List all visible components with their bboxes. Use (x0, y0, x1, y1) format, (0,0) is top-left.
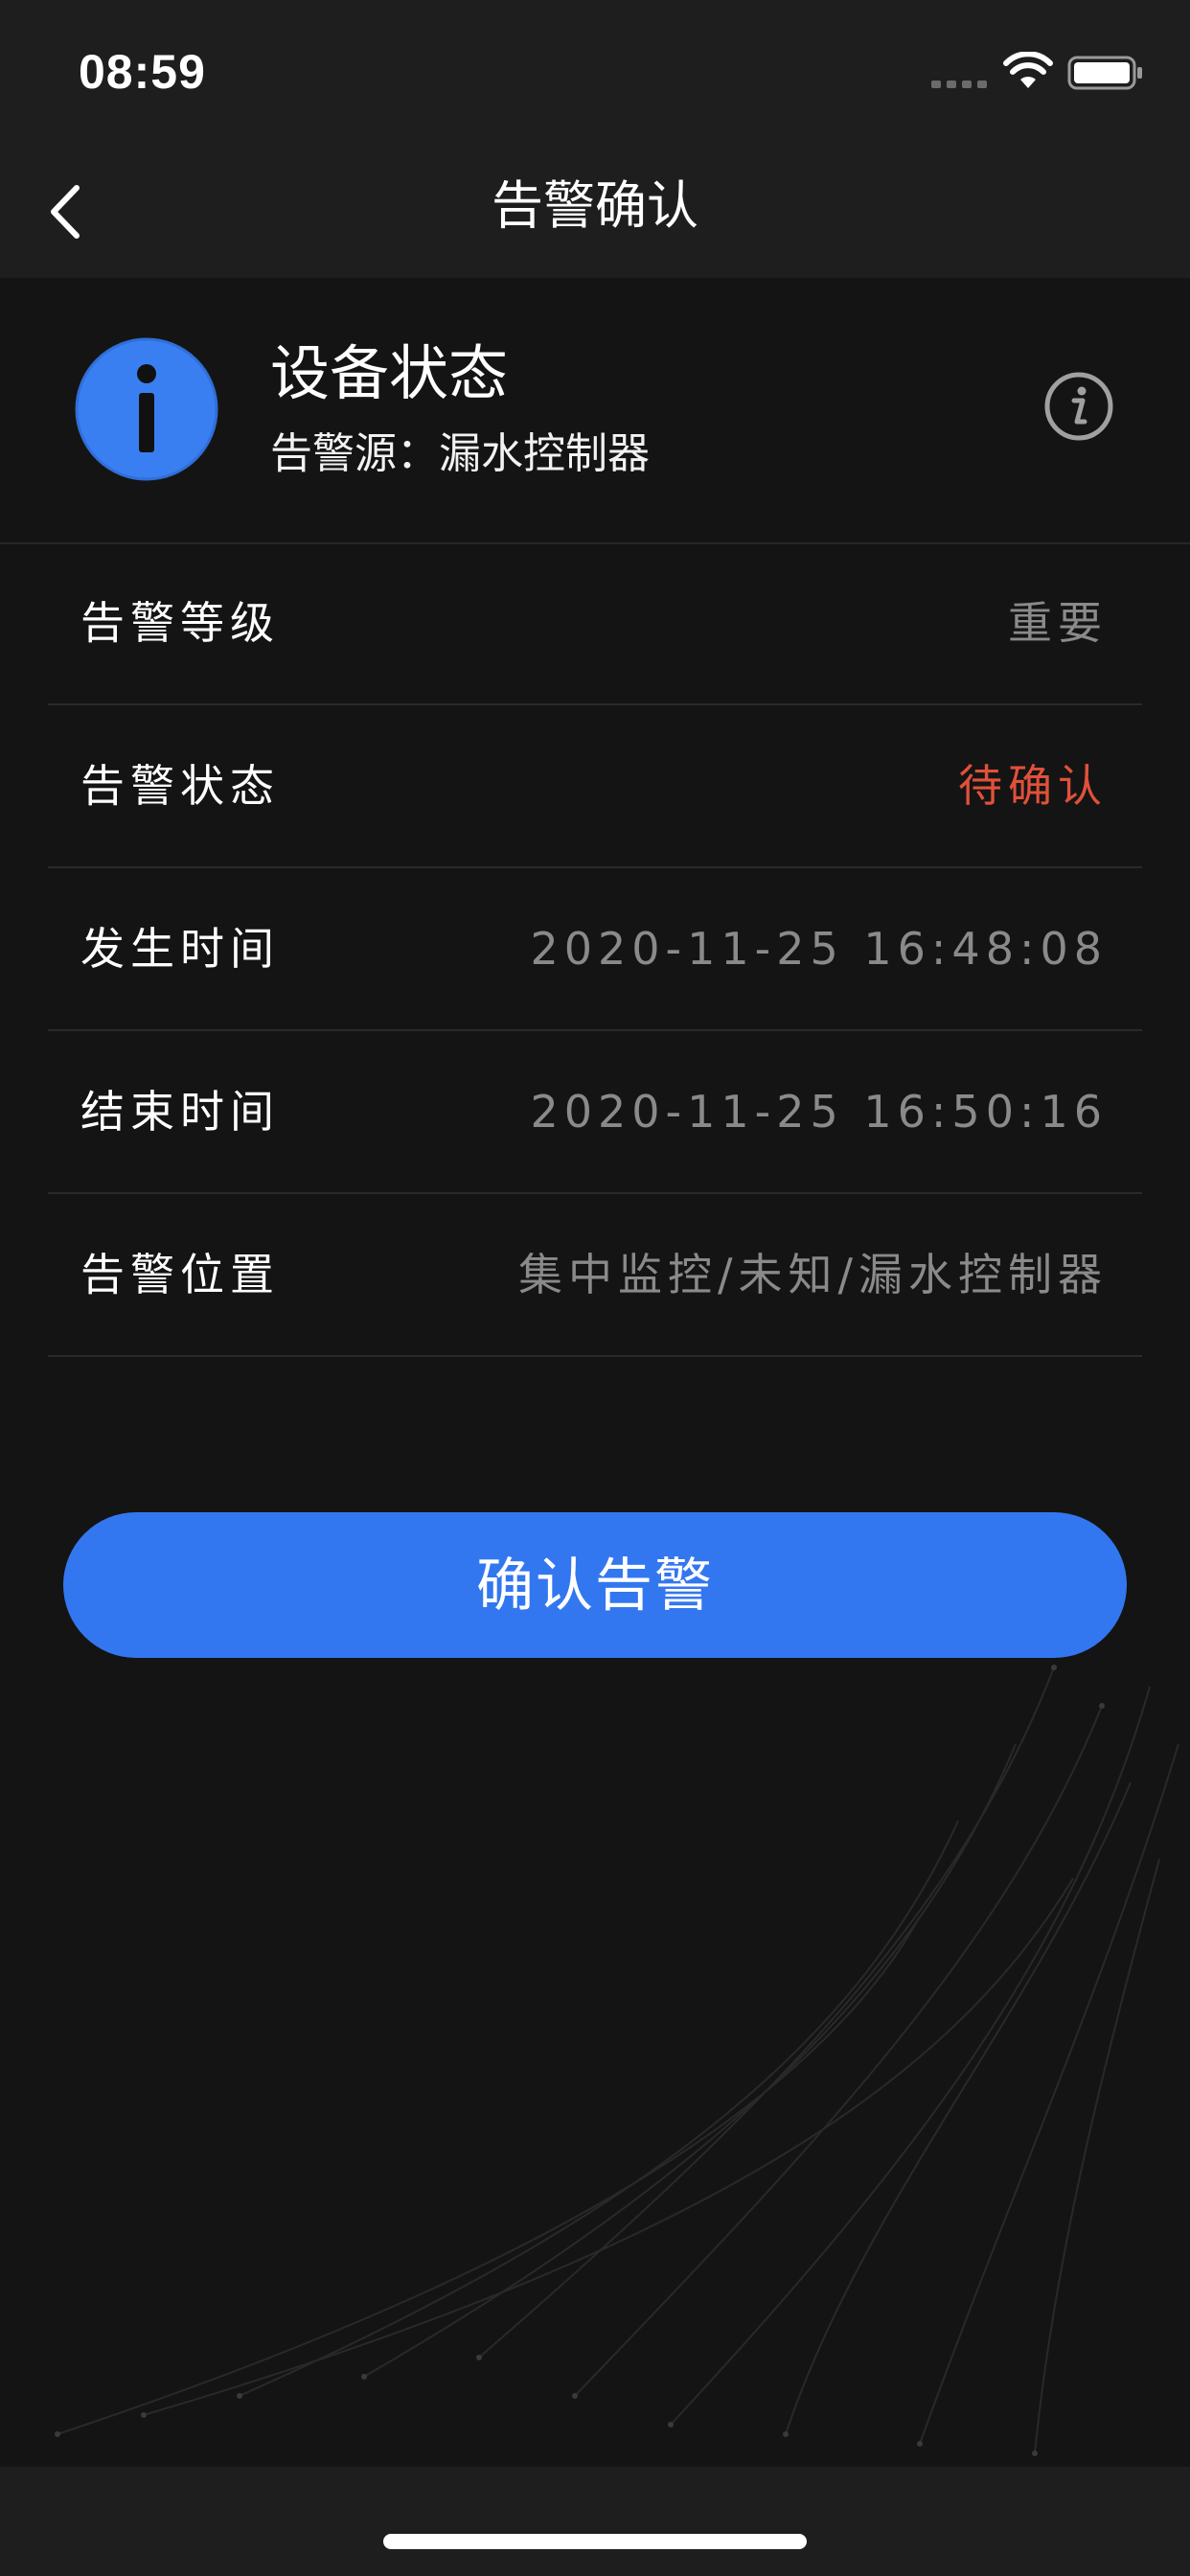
detail-value: 2020-11-25 16:50:16 (530, 1086, 1108, 1138)
device-info-icon (75, 337, 218, 481)
detail-value: 集中监控/未知/漏水控制器 (518, 1249, 1108, 1300)
alarm-source: 告警源：漏水控制器 (270, 429, 650, 478)
status-bar: 08:59 (0, 0, 1190, 144)
detail-row-start-time: 发生时间 2020-11-25 16:48:08 (48, 868, 1142, 1031)
home-indicator-area (0, 2467, 1190, 2576)
background-decoration (55, 1665, 1179, 2456)
detail-value: 2020-11-25 16:48:08 (530, 923, 1108, 975)
wifi-icon (1003, 52, 1053, 88)
detail-label: 告警位置 (80, 1249, 280, 1300)
detail-value: 重要 (1008, 597, 1108, 649)
battery-icon (1067, 56, 1142, 90)
cellular-signal-icon (931, 80, 987, 88)
detail-row-level: 告警等级 重要 (48, 542, 1142, 705)
info-icon[interactable] (1042, 370, 1115, 443)
home-indicator[interactable] (383, 2534, 807, 2549)
detail-row-status: 告警状态 待确认 (48, 705, 1142, 868)
detail-label: 结束时间 (80, 1086, 280, 1138)
confirm-alarm-button[interactable]: 确认告警 (63, 1512, 1127, 1658)
page-title: 告警确认 (492, 175, 698, 236)
detail-row-location: 告警位置 集中监控/未知/漏水控制器 (48, 1194, 1142, 1357)
status-time: 08:59 (79, 45, 206, 99)
alarm-header: 设备状态 告警源：漏水控制器 (0, 278, 1190, 544)
status-badge: 待确认 (958, 760, 1108, 812)
detail-row-end-time: 结束时间 2020-11-25 16:50:16 (48, 1031, 1142, 1194)
alarm-detail-list: 告警等级 重要 告警状态 待确认 发生时间 2020-11-25 16:48:0… (48, 542, 1142, 1357)
detail-label: 告警等级 (80, 597, 280, 649)
alarm-type-title: 设备状态 (270, 338, 509, 408)
detail-label: 发生时间 (80, 923, 280, 975)
detail-label: 告警状态 (80, 760, 280, 812)
